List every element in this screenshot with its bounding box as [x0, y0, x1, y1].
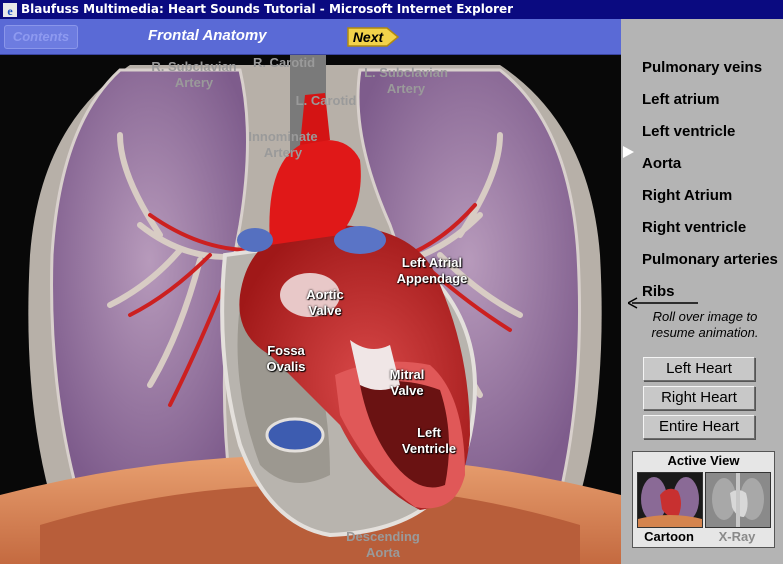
left-heart-button[interactable]: Left Heart — [643, 357, 755, 381]
contents-button[interactable]: Contents — [4, 25, 78, 49]
cartoon-label: Cartoon — [644, 529, 694, 544]
left-arrow-icon — [628, 297, 698, 309]
cartoon-thumbnail[interactable] — [637, 472, 703, 528]
pulmonary-vein — [237, 228, 273, 252]
label-r-carotid: R. Carotid — [252, 55, 316, 70]
sidebar-item-pulmonary-arteries[interactable]: Pulmonary arteries — [642, 251, 778, 268]
window-title: Blaufuss Multimedia: Heart Sounds Tutori… — [21, 2, 514, 16]
xray-thumbnail[interactable] — [705, 472, 771, 528]
label-l-carotid: L. Carotid — [295, 93, 357, 108]
sidebar-item-right-atrium[interactable]: Right Atrium — [642, 187, 732, 204]
entire-heart-button[interactable]: Entire Heart — [643, 415, 755, 439]
active-view-title: Active View — [667, 453, 740, 468]
label-mitral-valve: Mitral Valve — [389, 367, 425, 398]
sidebar-item-pulmonary-veins[interactable]: Pulmonary veins — [642, 59, 762, 76]
sidebar-item-aorta[interactable]: Aorta — [642, 155, 681, 172]
selected-pointer-icon — [623, 146, 634, 158]
internet-explorer-icon: e — [3, 2, 17, 17]
window-titlebar: e Blaufuss Multimedia: Heart Sounds Tuto… — [0, 0, 783, 19]
page-title: Frontal Anatomy — [148, 27, 267, 44]
lesson-header: Contents Frontal Anatomy Next — [0, 19, 621, 55]
sidebar-item-left-atrium[interactable]: Left atrium — [642, 91, 720, 108]
pulmonary-vein-2 — [334, 226, 386, 254]
label-left-atrial-appendage: Left Atrial Appendage — [396, 255, 468, 286]
next-button[interactable]: Next — [347, 25, 400, 49]
inferior-vena-cava — [265, 417, 325, 453]
label-innominate: Innominate Artery — [248, 129, 318, 160]
label-l-subclavian: L. Subclavian Artery — [364, 65, 448, 96]
right-heart-button[interactable]: Right Heart — [643, 386, 755, 410]
label-fossa-ovalis: Fossa Ovalis — [266, 343, 306, 374]
xray-label: X-Ray — [718, 529, 756, 544]
rollover-hint: Roll over image to resume animation. — [651, 309, 759, 340]
svg-text:e: e — [7, 4, 13, 17]
label-r-subclavian: R. Subclavian Artery — [151, 59, 237, 90]
sidebar-item-left-ventricle[interactable]: Left ventricle — [642, 123, 735, 140]
sidebar-item-right-ventricle[interactable]: Right ventricle — [642, 219, 746, 236]
active-view-panel: Active View Cartoon X-Ray — [632, 451, 775, 548]
label-aortic-valve: Aortic Valve — [306, 287, 344, 318]
next-label: Next — [352, 29, 384, 45]
frontal-anatomy-image[interactable]: R. Subclavian Artery R. Carotid L. Carot… — [0, 55, 621, 564]
label-descending-aorta: Descending Aorta — [346, 529, 420, 560]
structure-sidebar: Pulmonary veins Left atrium Left ventric… — [621, 19, 783, 564]
label-left-ventricle: Left Ventricle — [401, 425, 457, 456]
